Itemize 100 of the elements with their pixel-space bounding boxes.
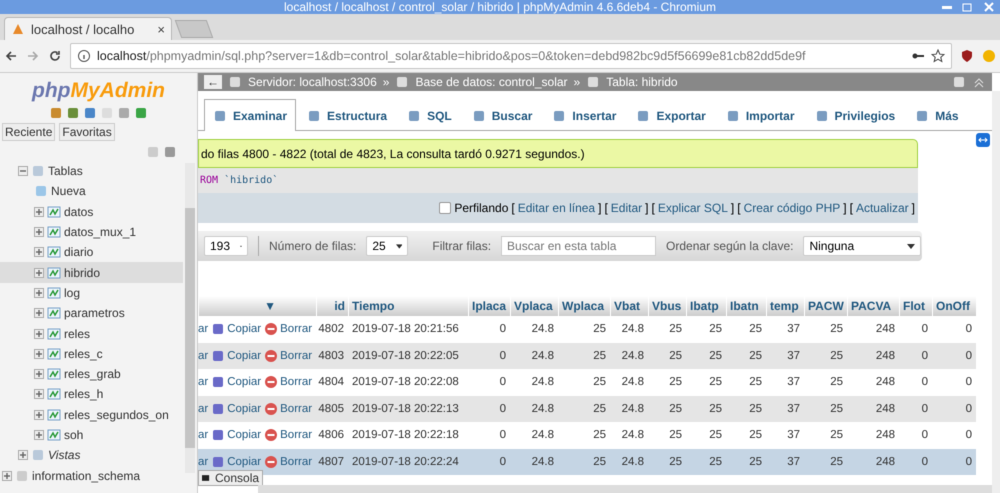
tree-item[interactable]: Nueva	[0, 181, 183, 202]
column-header[interactable]: Vbat	[610, 296, 648, 316]
column-header[interactable]: id	[316, 296, 348, 316]
edit-link[interactable]: ar	[198, 456, 208, 468]
browser-tab[interactable]: localhost / localho ×	[4, 17, 172, 40]
tree-item[interactable]: reles_h	[0, 384, 183, 405]
sidebar-tab-button[interactable]: Favoritas	[59, 123, 115, 141]
delete-link[interactable]: Borrar	[264, 454, 312, 469]
tree-item[interactable]: parametros	[0, 303, 183, 324]
expand-icon[interactable]	[34, 206, 44, 217]
tree-item[interactable]: reles	[0, 323, 183, 344]
expand-icon[interactable]	[34, 288, 44, 298]
column-header[interactable]: Wplaca	[558, 296, 610, 316]
expand-icon[interactable]	[34, 308, 44, 318]
tab[interactable]: SQL	[398, 99, 461, 131]
address-bar[interactable]: localhost/phpmyadmin/sql.php?server=1&db=control_solar&table=hibrido&pos=0&token=debd982bc9d5f56699e81cb82dd5de9f	[70, 43, 952, 69]
collapse-icon[interactable]	[18, 166, 28, 176]
tab[interactable]: Privilegios	[806, 99, 904, 131]
breadcrumb-link[interactable]: Servidor: localhost:3306	[248, 75, 377, 89]
tab[interactable]: Examinar	[204, 99, 296, 131]
collapse-button[interactable]: ←	[204, 75, 222, 89]
copy-link[interactable]: Copiar	[211, 375, 262, 390]
tree-item[interactable]: Vistas	[0, 445, 183, 466]
tree-item[interactable]: reles_c	[0, 344, 183, 364]
tree-item[interactable]: Tablas	[0, 161, 183, 182]
sidebar-tab-button[interactable]: Reciente	[2, 123, 56, 141]
delete-link[interactable]: Borrar	[264, 428, 312, 442]
breadcrumb-link[interactable]: Base de datos: control_solar	[415, 75, 568, 89]
copy-link[interactable]: Copiar	[211, 348, 262, 363]
column-header[interactable]: Ibatp	[686, 296, 726, 316]
copy-link[interactable]: Copiar	[211, 454, 262, 469]
edit-link[interactable]: ar	[198, 376, 208, 388]
column-header[interactable]: Tiempo	[348, 296, 468, 316]
column-header[interactable]: Vplaca	[510, 296, 558, 316]
bracket: ]	[912, 201, 915, 215]
edit-link[interactable]: ar	[198, 429, 208, 442]
scrollbar[interactable]	[992, 91, 1000, 493]
edit-link[interactable]: ar	[198, 402, 208, 415]
copy-link[interactable]: Copiar	[211, 428, 262, 442]
delete-link[interactable]: Borrar	[264, 375, 312, 390]
tree-item[interactable]: diario	[0, 242, 183, 262]
column-header[interactable]: Vbus	[648, 296, 686, 316]
console-button[interactable]: Consola	[198, 470, 264, 486]
tab[interactable]: Insertar	[543, 99, 626, 131]
query-link[interactable]: Actualizar	[856, 201, 909, 215]
expand-icon[interactable]	[34, 227, 44, 238]
copy-link[interactable]: Copiar	[211, 322, 262, 336]
delete-link[interactable]: Borrar	[264, 322, 312, 336]
delete-link[interactable]: Borrar	[264, 348, 312, 363]
tab[interactable]: Buscar	[462, 99, 542, 131]
delete-link[interactable]: Borrar	[264, 402, 312, 416]
page-select[interactable]: 193	[204, 236, 248, 256]
tree-item[interactable]: datos	[0, 202, 183, 222]
column-header[interactable]: PACW	[804, 296, 847, 316]
column-header[interactable]: Iplaca	[468, 296, 510, 316]
column-header[interactable]: PACVA	[847, 296, 899, 316]
tab[interactable]: Importar	[716, 99, 804, 131]
expand-icon[interactable]	[34, 328, 44, 339]
query-link[interactable]: Crear código PHP	[744, 201, 840, 215]
expand-icon[interactable]	[34, 247, 44, 258]
expand-icon[interactable]	[2, 470, 12, 481]
expand-icon[interactable]	[34, 389, 44, 400]
sort-select[interactable]: Ninguna	[803, 236, 922, 256]
copy-link[interactable]: Copiar	[211, 402, 262, 416]
scrollbar[interactable]	[258, 485, 992, 493]
expand-icon[interactable]	[18, 450, 28, 460]
expand-icon[interactable]	[34, 268, 44, 278]
rows-select[interactable]: 25	[366, 236, 408, 256]
column-menu[interactable]: ▼	[198, 296, 316, 316]
column-header[interactable]: OnOff	[932, 296, 976, 316]
expand-icon[interactable]	[34, 348, 44, 359]
column-header[interactable]: Ibatn	[726, 296, 766, 316]
column-header[interactable]: Flot	[899, 296, 932, 316]
close-tab-button[interactable]: ×	[157, 22, 165, 36]
tree-item[interactable]: reles_segundos_on	[0, 404, 183, 425]
tree-item[interactable]: hibrido	[0, 262, 183, 283]
tree-item[interactable]: reles_grab	[0, 364, 183, 384]
tree-item[interactable]: log	[0, 282, 183, 304]
scrollbar[interactable]	[185, 163, 195, 473]
expand-icon[interactable]	[34, 410, 44, 420]
tree-item[interactable]: datos_mux_1	[0, 222, 183, 242]
breadcrumb-link[interactable]: Tabla: hibrido	[606, 75, 678, 89]
tree-item[interactable]: soh	[0, 424, 183, 446]
table-cell: 0	[899, 342, 932, 369]
query-link[interactable]: Editar	[610, 201, 642, 215]
table-cell: 25	[726, 396, 766, 422]
expand-icon[interactable]	[34, 369, 44, 380]
minimize-icon[interactable]	[942, 6, 952, 8]
filter-field[interactable]: Buscar en esta tabla	[501, 236, 656, 256]
tab[interactable]: Más	[906, 99, 968, 131]
profiling-checkbox[interactable]	[439, 202, 452, 214]
tree-item[interactable]: information_schema	[0, 465, 183, 486]
expand-icon[interactable]	[34, 430, 44, 440]
edit-link[interactable]: ar	[198, 350, 208, 362]
edit-link[interactable]: ar	[198, 323, 208, 336]
tab[interactable]: Exportar	[627, 99, 715, 131]
query-link[interactable]: Explicar SQL	[658, 201, 728, 215]
tab[interactable]: Estructura	[298, 99, 396, 131]
query-link[interactable]: Editar en línea	[518, 201, 596, 215]
column-header[interactable]: temp	[766, 296, 804, 316]
